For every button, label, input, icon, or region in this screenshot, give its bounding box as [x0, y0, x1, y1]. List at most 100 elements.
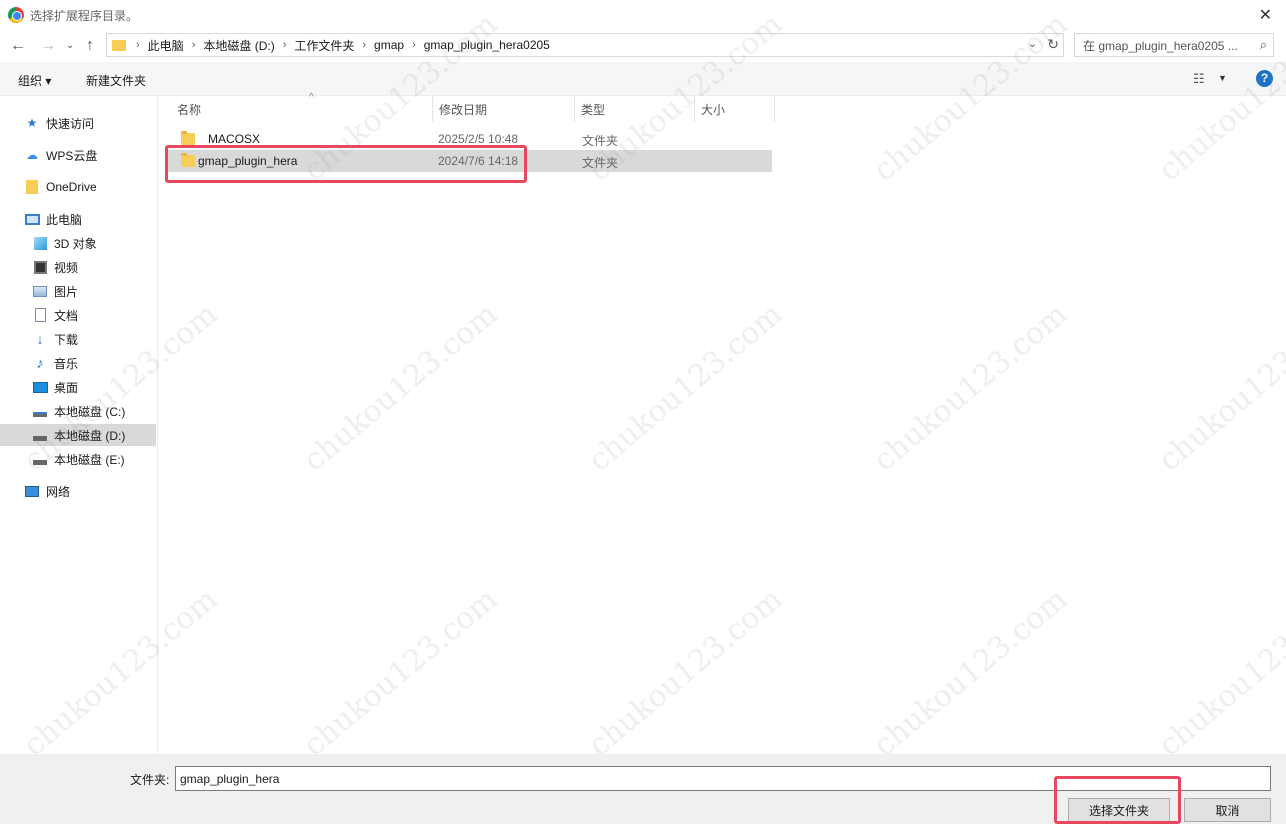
chrome-icon — [8, 7, 24, 23]
search-icon[interactable]: ⌕ — [1260, 37, 1267, 53]
sidebar-item-wps-cloud[interactable]: ☁ WPS云盘 — [0, 144, 156, 166]
desktop-icon — [32, 379, 48, 395]
view-options-icon[interactable]: ☷ — [1193, 71, 1205, 87]
chevron-down-icon[interactable]: ▼ — [1218, 73, 1227, 83]
computer-icon — [24, 211, 40, 227]
sidebar-item-label: 音乐 — [54, 356, 79, 371]
recent-locations-chevron-icon[interactable]: ⌄ — [66, 40, 74, 51]
sidebar-item-network[interactable]: 网络 — [0, 480, 156, 502]
file-name: gmap_plugin_hera — [198, 154, 298, 168]
sidebar-item-label: 下载 — [54, 332, 79, 347]
help-icon[interactable]: ? — [1256, 70, 1273, 87]
column-header-date[interactable]: 修改日期 — [433, 96, 575, 122]
video-icon — [32, 259, 48, 275]
sidebar-item-label: 图片 — [54, 284, 79, 299]
sidebar-item-label: 快速访问 — [46, 116, 95, 131]
star-icon: ★ — [26, 116, 38, 130]
column-header-label: 名称 — [177, 102, 202, 117]
sidebar-item-drive-e[interactable]: 本地磁盘 (E:) — [0, 448, 156, 470]
file-date: 2024/7/6 14:18 — [438, 154, 519, 168]
up-arrow-icon[interactable]: ↑ — [86, 37, 94, 55]
chevron-right-icon[interactable]: › — [362, 39, 366, 51]
chevron-right-icon[interactable]: › — [283, 39, 287, 51]
table-row[interactable]: MACOSX 2025/2/5 10:48 文件夹 — [167, 128, 772, 150]
column-header-name[interactable]: 名称 ^ — [171, 92, 433, 122]
sidebar-item-3d-objects[interactable]: 3D 对象 — [0, 232, 156, 254]
folder-field-label: 文件夹: — [130, 773, 170, 787]
breadcrumb-drive-d[interactable]: 本地磁盘 (D:) — [203, 37, 274, 54]
file-date: 2025/2/5 10:48 — [438, 132, 519, 146]
drive-icon — [32, 427, 48, 443]
file-type: 文件夹 — [582, 134, 619, 148]
sidebar-item-desktop[interactable]: 桌面 — [0, 376, 156, 398]
column-header-label: 类型 — [581, 102, 606, 117]
music-icon: ♪ — [36, 354, 44, 372]
cube-icon — [32, 235, 48, 251]
sidebar-item-label: 本地磁盘 (C:) — [54, 404, 126, 419]
column-header-label: 大小 — [701, 102, 726, 117]
sidebar-item-drive-c[interactable]: 本地磁盘 (C:) — [0, 400, 156, 422]
back-arrow-icon[interactable]: ← — [10, 37, 26, 55]
sidebar-item-label: 桌面 — [54, 380, 79, 395]
column-header-size[interactable]: 大小 — [695, 96, 775, 122]
breadcrumb-gmap[interactable]: gmap — [374, 38, 404, 52]
sidebar-item-drive-d[interactable]: 本地磁盘 (D:) — [0, 424, 156, 446]
sidebar-item-label: 视频 — [54, 260, 79, 275]
folder-icon — [112, 39, 126, 51]
table-row[interactable]: gmap_plugin_hera 2024/7/6 14:18 文件夹 — [167, 150, 772, 172]
dialog-footer: 文件夹: 选择文件夹 取消 — [0, 754, 1286, 824]
sidebar-item-label: 本地磁盘 (D:) — [54, 428, 126, 443]
refresh-icon[interactable]: ↻ — [1047, 36, 1059, 53]
select-folder-button[interactable]: 选择文件夹 — [1068, 798, 1170, 822]
search-input[interactable]: 在 gmap_plugin_hera0205 ... ⌕ — [1074, 33, 1274, 57]
sidebar-item-this-pc[interactable]: 此电脑 — [0, 208, 156, 230]
address-bar[interactable]: › 此电脑 › 本地磁盘 (D:) › 工作文件夹 › gmap › gmap_… — [106, 33, 1064, 57]
sidebar-item-pictures[interactable]: 图片 — [0, 280, 156, 302]
command-toolbar: 组织 ▾ 新建文件夹 ☷ ▼ ? — [0, 62, 1286, 96]
navigation-pane: ★ 快速访问 ☁ WPS云盘 OneDrive 此电脑 3D 对象 视频 图片 … — [0, 96, 158, 754]
chevron-down-icon[interactable]: ⌄ — [1028, 37, 1037, 50]
new-folder-button[interactable]: 新建文件夹 — [86, 72, 146, 89]
file-type: 文件夹 — [582, 156, 619, 170]
sidebar-item-documents[interactable]: 文档 — [0, 304, 156, 326]
file-name: MACOSX — [208, 132, 261, 146]
drive-icon — [32, 451, 48, 467]
chevron-right-icon[interactable]: › — [412, 39, 416, 51]
document-icon — [32, 307, 48, 323]
sidebar-item-label: 文档 — [54, 308, 79, 323]
window-title: 选择扩展程序目录。 — [30, 8, 139, 23]
sort-ascending-icon: ^ — [309, 92, 314, 103]
sidebar-item-label: WPS云盘 — [46, 148, 98, 163]
download-icon: ↓ — [36, 330, 44, 348]
folder-icon — [181, 153, 195, 167]
folder-icon — [181, 131, 195, 145]
navigation-bar: ← → ⌄ ↑ › 此电脑 › 本地磁盘 (D:) › 工作文件夹 › gmap… — [0, 30, 1286, 62]
sidebar-item-label: 此电脑 — [46, 212, 83, 227]
title-bar: 选择扩展程序目录。 ✕ — [0, 0, 1286, 30]
cancel-button[interactable]: 取消 — [1184, 798, 1271, 822]
organize-menu-button[interactable]: 组织 ▾ — [18, 72, 51, 89]
breadcrumb-this-pc[interactable]: 此电脑 — [148, 37, 184, 54]
forward-arrow-icon[interactable]: → — [40, 37, 56, 55]
file-list: 名称 ^ 修改日期 类型 大小 MACOSX 2025/2/5 10:48 文件… — [159, 92, 1286, 754]
picture-icon — [32, 283, 48, 299]
sidebar-item-videos[interactable]: 视频 — [0, 256, 156, 278]
column-header-type[interactable]: 类型 — [575, 96, 695, 122]
close-icon[interactable]: ✕ — [1259, 5, 1272, 25]
chevron-right-icon[interactable]: › — [136, 39, 140, 51]
sidebar-item-onedrive[interactable]: OneDrive — [0, 176, 156, 198]
sidebar-item-music[interactable]: ♪ 音乐 — [0, 352, 156, 374]
sidebar-item-downloads[interactable]: ↓ 下载 — [0, 328, 156, 350]
sidebar-item-label: 3D 对象 — [54, 236, 97, 251]
breadcrumb-current-folder[interactable]: gmap_plugin_hera0205 — [424, 38, 550, 52]
sidebar-item-quick-access[interactable]: ★ 快速访问 — [0, 112, 156, 134]
sidebar-item-label: 网络 — [46, 484, 71, 499]
network-icon — [24, 483, 40, 499]
breadcrumb-work-folder[interactable]: 工作文件夹 — [294, 37, 354, 54]
folder-name-field[interactable] — [175, 766, 1271, 791]
sidebar-item-label: OneDrive — [46, 180, 97, 194]
chevron-right-icon[interactable]: › — [192, 39, 196, 51]
column-header-label: 修改日期 — [439, 102, 488, 117]
folder-icon — [24, 179, 40, 195]
search-placeholder: 在 gmap_plugin_hera0205 ... — [1083, 38, 1238, 53]
